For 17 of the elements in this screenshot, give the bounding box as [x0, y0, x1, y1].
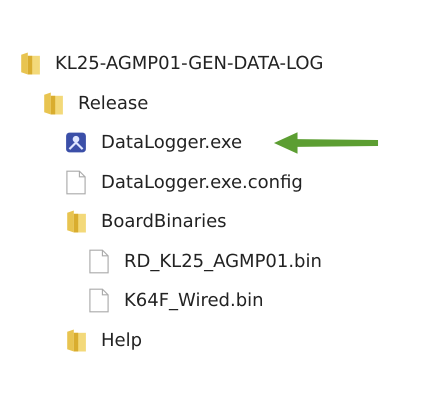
file-name[interactable]: DataLogger.exe.config [101, 172, 303, 193]
file-name[interactable]: DataLogger.exe [101, 132, 242, 154]
arrow-icon [272, 130, 380, 155]
folder-name[interactable]: BoardBinaries [101, 211, 227, 232]
document-icon [65, 170, 87, 195]
file-name[interactable]: K64F_Wired.bin [124, 290, 264, 312]
folder-icon [65, 209, 87, 234]
folder-icon [65, 328, 87, 353]
folder-icon [19, 51, 41, 76]
folder-icon [42, 90, 64, 116]
folder-name[interactable]: KL25-AGMP01-GEN-DATA-LOG [55, 53, 324, 74]
folder-name[interactable]: Release [78, 92, 148, 114]
app-icon [65, 130, 87, 156]
document-icon [88, 288, 110, 314]
file-name[interactable]: RD_KL25_AGMP01.bin [124, 250, 322, 272]
document-icon [88, 248, 110, 274]
folder-name[interactable]: Help [101, 330, 142, 351]
